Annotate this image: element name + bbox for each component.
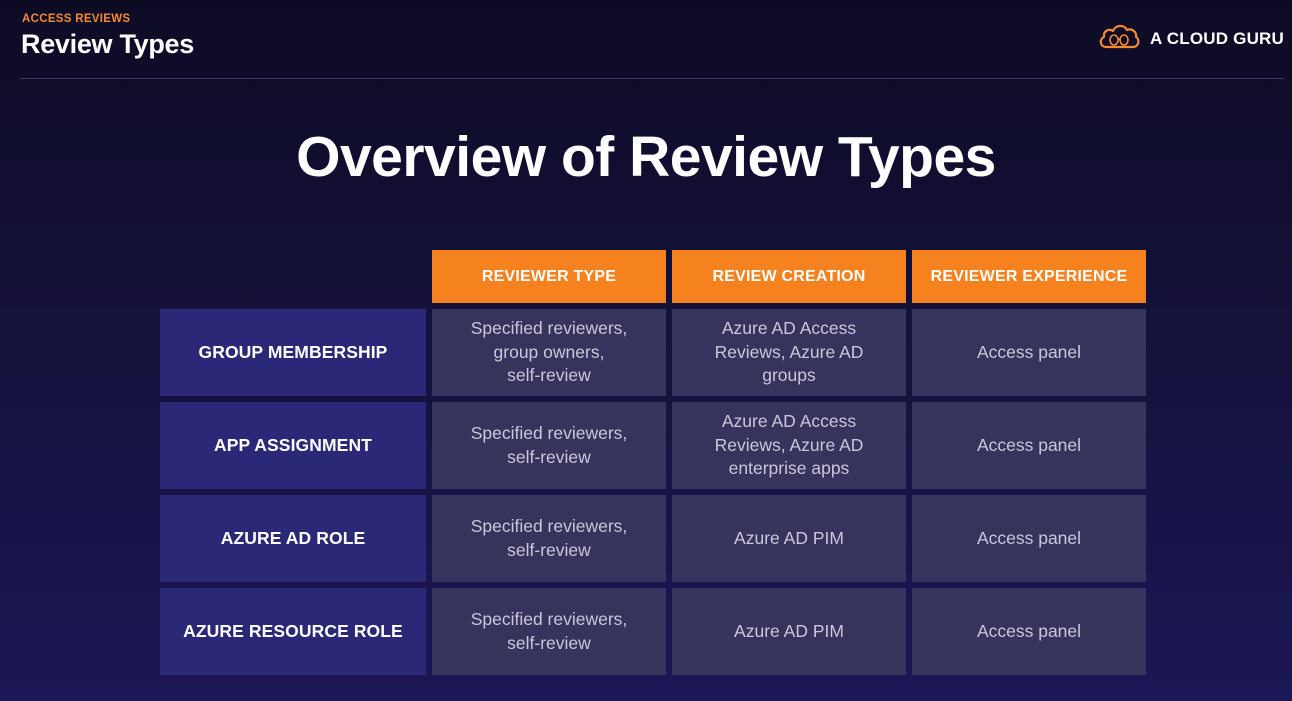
- table-row: GROUP MEMBERSHIP Specified reviewers, gr…: [160, 309, 1146, 396]
- row-label-app-assignment: APP ASSIGNMENT: [160, 402, 426, 489]
- table-row: AZURE RESOURCE ROLE Specified reviewers,…: [160, 588, 1146, 675]
- slide-title: Overview of Review Types: [296, 125, 996, 189]
- table-cell: Specified reviewers, self-review: [432, 402, 666, 489]
- column-header-reviewer-experience: REVIEWER EXPERIENCE: [912, 250, 1146, 303]
- table-row: AZURE AD ROLE Specified reviewers, self-…: [160, 495, 1146, 582]
- row-label-azure-resource-role: AZURE RESOURCE ROLE: [160, 588, 426, 675]
- column-header-reviewer-type: REVIEWER TYPE: [432, 250, 666, 303]
- brand-logo: A CLOUD GURU: [1097, 22, 1284, 55]
- table-cell: Specified reviewers, group owners, self-…: [432, 309, 666, 396]
- row-label-group-membership: GROUP MEMBERSHIP: [160, 309, 426, 396]
- review-types-table: REVIEWER TYPE REVIEW CREATION REVIEWER E…: [160, 250, 1146, 675]
- table-row: APP ASSIGNMENT Specified reviewers, self…: [160, 402, 1146, 489]
- table-cell: Access panel: [912, 402, 1146, 489]
- slide-header: ACCESS REVIEWS Review Types A CLOUD GURU: [0, 0, 1292, 80]
- table-cell: Access panel: [912, 588, 1146, 675]
- table-cell: Azure AD PIM: [672, 495, 906, 582]
- table-cell: Azure AD Access Reviews, Azure AD enterp…: [672, 402, 906, 489]
- table-cell: Access panel: [912, 495, 1146, 582]
- table-cell: Specified reviewers, self-review: [432, 495, 666, 582]
- table-cell: Specified reviewers, self-review: [432, 588, 666, 675]
- table-cell: Azure AD Access Reviews, Azure AD groups: [672, 309, 906, 396]
- table-cell: Azure AD PIM: [672, 588, 906, 675]
- column-header-review-creation: REVIEW CREATION: [672, 250, 906, 303]
- row-label-azure-ad-role: AZURE AD ROLE: [160, 495, 426, 582]
- section-eyebrow: ACCESS REVIEWS: [22, 13, 131, 25]
- cloud-logo-icon: [1097, 22, 1141, 55]
- section-title: Review Types: [21, 29, 194, 59]
- brand-name: A CLOUD GURU: [1150, 28, 1284, 48]
- table-header-row: REVIEWER TYPE REVIEW CREATION REVIEWER E…: [160, 250, 1146, 303]
- header-divider: [20, 78, 1284, 79]
- table-corner-cell: [160, 250, 426, 303]
- table-cell: Access panel: [912, 309, 1146, 396]
